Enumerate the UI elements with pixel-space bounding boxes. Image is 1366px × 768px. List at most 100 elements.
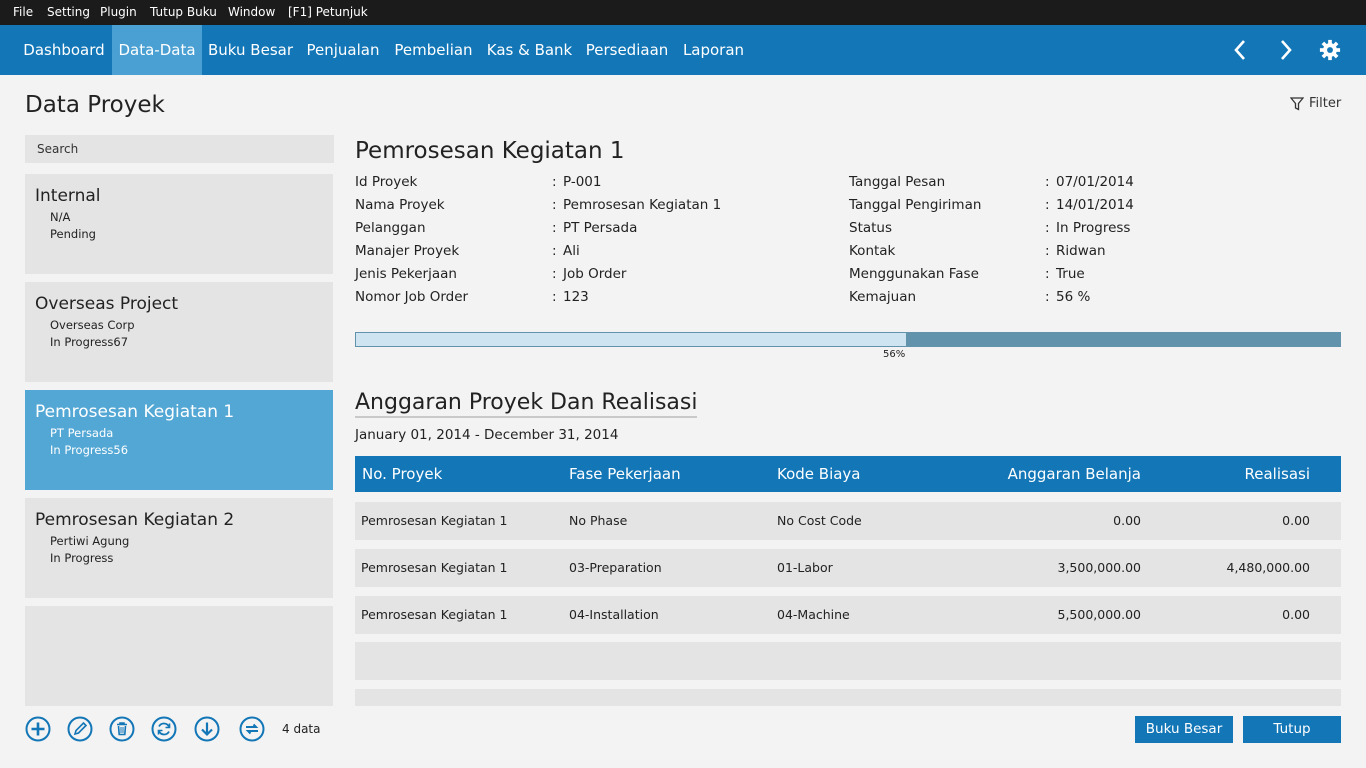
sync-icon[interactable] bbox=[239, 716, 265, 742]
buku-besar-button[interactable]: Buku Besar bbox=[1135, 716, 1233, 743]
field-label: Pelanggan bbox=[355, 220, 426, 236]
column-header-anggaran-belanja[interactable]: Anggaran Belanja bbox=[941, 456, 1141, 492]
cell-realisasi: 4,480,000.00 bbox=[1226, 560, 1311, 575]
cell-realisasi: 0.00 bbox=[1282, 607, 1310, 622]
tutup-button[interactable]: Tutup bbox=[1243, 716, 1341, 743]
chevron-right-icon[interactable] bbox=[1268, 25, 1304, 75]
progress-bar bbox=[355, 332, 1341, 347]
column-header-kode-biaya[interactable]: Kode Biaya bbox=[777, 456, 861, 492]
field-value: PT Persada bbox=[563, 220, 638, 236]
table-row[interactable]: Pemrosesan Kegiatan 1 No Phase No Cost C… bbox=[355, 502, 1341, 540]
field-label: Menggunakan Fase bbox=[849, 266, 979, 282]
project-card-customer: Pertiwi Agung bbox=[50, 534, 130, 548]
field-value: Ali bbox=[563, 243, 580, 259]
delete-icon[interactable] bbox=[109, 716, 135, 742]
tab-data-data[interactable]: Data-Data bbox=[112, 25, 202, 75]
cell-realisasi: 0.00 bbox=[1282, 513, 1310, 528]
cell-fase-pekerjaan: 04-Installation bbox=[569, 607, 659, 622]
field-separator: : bbox=[552, 243, 557, 259]
field-value: Job Order bbox=[563, 266, 627, 282]
menu-file[interactable]: File bbox=[13, 0, 33, 25]
cell-kode-biaya: 01-Labor bbox=[777, 560, 833, 575]
field-label: Nama Proyek bbox=[355, 197, 445, 213]
field-value: In Progress bbox=[1056, 220, 1131, 236]
project-card-customer: N/A bbox=[50, 210, 71, 224]
cell-no-proyek: Pemrosesan Kegiatan 1 bbox=[361, 560, 508, 575]
menu-bar: File Setting Plugin Tutup Buku Window [F… bbox=[0, 0, 1366, 25]
download-icon[interactable] bbox=[194, 716, 220, 742]
field-separator: : bbox=[552, 197, 557, 213]
section-title: Anggaran Proyek Dan Realisasi bbox=[355, 390, 698, 418]
table-row-empty bbox=[355, 689, 1341, 706]
cell-anggaran-belanja: 0.00 bbox=[1113, 513, 1141, 528]
field-separator: : bbox=[552, 266, 557, 282]
field-value: 56 % bbox=[1056, 289, 1091, 305]
field-label: Kemajuan bbox=[849, 289, 917, 305]
field-separator: : bbox=[552, 220, 557, 236]
nav-bar: Dashboard Data-Data Buku Besar Penjualan… bbox=[0, 25, 1366, 75]
cell-kode-biaya: No Cost Code bbox=[777, 513, 862, 528]
field-value: True bbox=[1056, 266, 1085, 282]
field-label: Kontak bbox=[849, 243, 896, 259]
field-label: Tanggal Pesan bbox=[849, 174, 946, 190]
cell-no-proyek: Pemrosesan Kegiatan 1 bbox=[361, 513, 508, 528]
column-header-realisasi[interactable]: Realisasi bbox=[1115, 456, 1311, 492]
field-separator: : bbox=[552, 174, 557, 190]
tab-dashboard[interactable]: Dashboard bbox=[16, 25, 112, 75]
field-label: Manajer Proyek bbox=[355, 243, 460, 259]
menu-tutup-buku[interactable]: Tutup Buku bbox=[150, 0, 217, 25]
project-card-name: Internal bbox=[35, 186, 101, 206]
progress-label: 56% bbox=[883, 349, 906, 360]
field-separator: : bbox=[1045, 220, 1050, 236]
chevron-left-icon[interactable] bbox=[1222, 25, 1258, 75]
tab-buku-besar[interactable]: Buku Besar bbox=[202, 25, 299, 75]
record-count: 4 data bbox=[282, 722, 321, 736]
field-separator: : bbox=[1045, 243, 1050, 259]
field-value: 123 bbox=[563, 289, 589, 305]
project-card-customer: Overseas Corp bbox=[50, 318, 135, 332]
field-separator: : bbox=[1045, 197, 1050, 213]
column-header-no-proyek[interactable]: No. Proyek bbox=[362, 456, 442, 492]
project-card-selected[interactable]: Pemrosesan Kegiatan 1 PT Persada In Prog… bbox=[25, 390, 333, 490]
field-separator: : bbox=[552, 289, 557, 305]
search-input[interactable] bbox=[25, 135, 334, 163]
tab-kas-bank[interactable]: Kas & Bank bbox=[480, 25, 579, 75]
table-header: No. Proyek Fase Pekerjaan Kode Biaya Ang… bbox=[355, 456, 1341, 492]
field-label: Status bbox=[849, 220, 893, 236]
gear-icon[interactable] bbox=[1312, 25, 1348, 75]
field-label: Nomor Job Order bbox=[355, 289, 469, 305]
table-row-empty bbox=[355, 642, 1341, 680]
project-card-name: Pemrosesan Kegiatan 2 bbox=[35, 510, 235, 530]
refresh-icon[interactable] bbox=[151, 716, 177, 742]
menu-plugin[interactable]: Plugin bbox=[100, 0, 137, 25]
menu-petunjuk[interactable]: [F1] Petunjuk bbox=[288, 0, 368, 25]
page-title: Data Proyek bbox=[25, 92, 165, 118]
project-card-status: Pending bbox=[50, 227, 96, 241]
project-card-status: In Progress bbox=[50, 551, 114, 565]
table-row[interactable]: Pemrosesan Kegiatan 1 04-Installation 04… bbox=[355, 596, 1341, 634]
menu-window[interactable]: Window bbox=[228, 0, 275, 25]
tab-laporan[interactable]: Laporan bbox=[675, 25, 752, 75]
menu-setting[interactable]: Setting bbox=[47, 0, 90, 25]
tab-persediaan[interactable]: Persediaan bbox=[579, 25, 675, 75]
filter-button[interactable]: Filter bbox=[1290, 96, 1341, 111]
field-value: Pemrosesan Kegiatan 1 bbox=[563, 197, 722, 213]
filter-icon bbox=[1290, 96, 1304, 111]
edit-icon[interactable] bbox=[67, 716, 93, 742]
date-range: January 01, 2014 - December 31, 2014 bbox=[355, 427, 619, 443]
cell-fase-pekerjaan: 03-Preparation bbox=[569, 560, 662, 575]
table-row[interactable]: Pemrosesan Kegiatan 1 03-Preparation 01-… bbox=[355, 549, 1341, 587]
field-label: Jenis Pekerjaan bbox=[355, 266, 457, 282]
project-card-name: Overseas Project bbox=[35, 294, 179, 314]
project-card-name: Pemrosesan Kegiatan 1 bbox=[35, 402, 235, 422]
tab-penjualan[interactable]: Penjualan bbox=[299, 25, 387, 75]
field-separator: : bbox=[1045, 174, 1050, 190]
tab-pembelian[interactable]: Pembelian bbox=[387, 25, 480, 75]
project-card[interactable]: Pemrosesan Kegiatan 2 Pertiwi Agung In P… bbox=[25, 498, 333, 598]
column-header-fase-pekerjaan[interactable]: Fase Pekerjaan bbox=[569, 456, 681, 492]
project-card[interactable]: Overseas Project Overseas Corp In Progre… bbox=[25, 282, 333, 382]
field-label: Id Proyek bbox=[355, 174, 418, 190]
cell-anggaran-belanja: 5,500,000.00 bbox=[1057, 607, 1142, 622]
project-card[interactable]: Internal N/A Pending bbox=[25, 174, 333, 274]
add-icon[interactable] bbox=[25, 716, 51, 742]
